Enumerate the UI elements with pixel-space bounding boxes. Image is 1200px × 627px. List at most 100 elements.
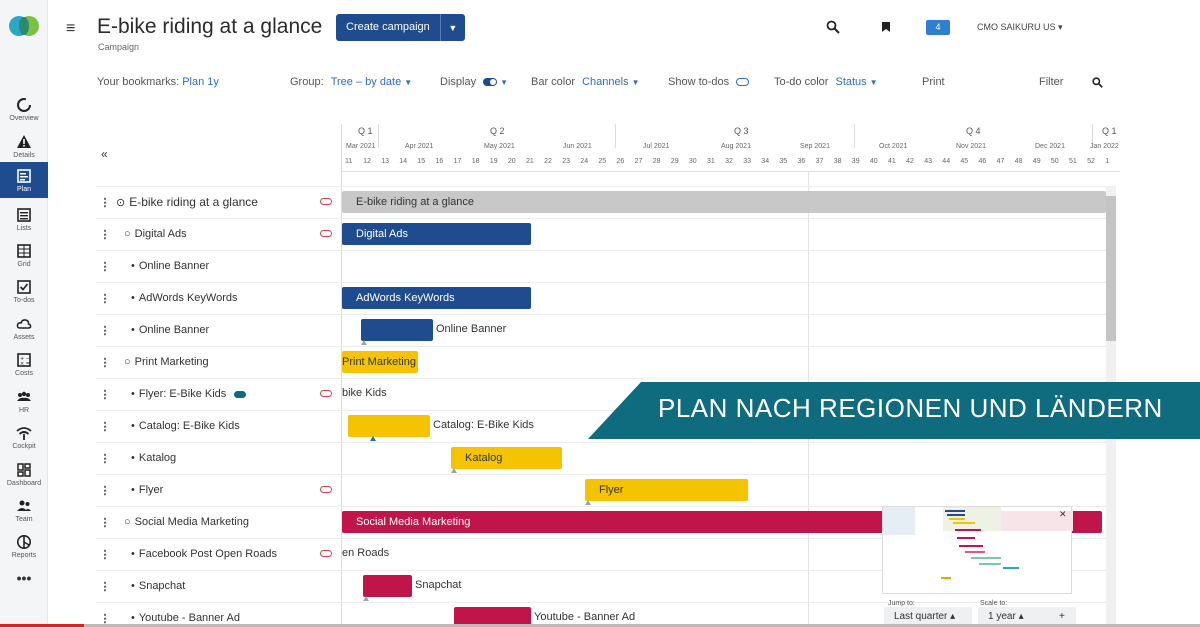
gantt-bar[interactable]: Flyer: [585, 479, 748, 501]
bookmark-icon[interactable]: [881, 21, 891, 33]
row-label[interactable]: ⋮ • Facebook Post Open Roads: [96, 538, 342, 570]
row-label[interactable]: ⋮ • Catalog: E-Bike Kids: [96, 410, 342, 442]
chevron-down-icon[interactable]: ▼: [404, 78, 412, 87]
row-menu-icon[interactable]: ⋮: [96, 228, 114, 241]
menu-icon[interactable]: ≡: [66, 20, 75, 38]
nav-plan[interactable]: Plan: [0, 162, 48, 198]
toggle-icon[interactable]: [234, 390, 247, 398]
gantt-bar-label: bike Kids: [342, 387, 387, 399]
month-label: Sep 2021: [800, 143, 830, 150]
nav-dashboard[interactable]: Dashboard: [0, 460, 48, 496]
row-label[interactable]: ⋮ • Online Banner: [96, 250, 342, 282]
nav-assets[interactable]: Assets: [0, 314, 48, 350]
bar-color-value[interactable]: Channels: [582, 76, 628, 88]
row-menu-icon[interactable]: ⋮: [96, 356, 114, 369]
user-menu[interactable]: CMO SAIKURU US ▾: [977, 22, 1063, 33]
week-label: 41: [888, 158, 896, 165]
gantt-bar[interactable]: [348, 415, 430, 437]
row-label[interactable]: ⋮ ⊙ E-bike riding at a glance: [96, 186, 342, 218]
row-menu-icon[interactable]: ⋮: [96, 292, 114, 305]
gantt-bar[interactable]: AdWords KeyWords: [342, 287, 531, 309]
bookmarks-value[interactable]: Plan 1y: [182, 76, 219, 88]
expand-icon[interactable]: ○: [124, 356, 131, 368]
row-menu-icon[interactable]: ⋮: [96, 324, 114, 337]
nav-todos[interactable]: To-dos: [0, 277, 48, 313]
nav-grid[interactable]: Grid: [0, 241, 48, 277]
link-toggle-icon[interactable]: [320, 486, 332, 493]
nav-cockpit[interactable]: Cockpit: [0, 423, 48, 459]
row-menu-icon[interactable]: ⋮: [96, 516, 114, 529]
row-menu-icon[interactable]: ⋮: [96, 420, 114, 433]
link-toggle-icon[interactable]: [320, 230, 332, 237]
search-icon[interactable]: [1092, 77, 1103, 88]
minimap[interactable]: [882, 506, 1073, 594]
chevron-down-icon[interactable]: ▼: [632, 78, 640, 87]
row-label[interactable]: ⋮ • Flyer: E-Bike Kids: [96, 378, 342, 410]
chevron-down-icon[interactable]: ▼: [870, 78, 878, 87]
row-menu-icon[interactable]: ⋮: [96, 260, 114, 273]
todo-color-control[interactable]: To-do color Status ▼: [774, 76, 878, 88]
print-button[interactable]: Print: [922, 76, 945, 88]
row-label[interactable]: ⋮ • AdWords KeyWords: [96, 282, 342, 314]
todo-color-value[interactable]: Status: [835, 76, 866, 88]
row-menu-icon[interactable]: ⋮: [96, 388, 114, 401]
row-menu-icon[interactable]: ⋮: [96, 612, 114, 625]
bar-color-control[interactable]: Bar color Channels ▼: [531, 76, 640, 88]
row-label[interactable]: ⋮ • Snapchat: [96, 570, 342, 602]
todo-color-label: To-do color: [774, 76, 829, 88]
close-icon[interactable]: ✕: [1059, 509, 1067, 520]
gantt-bar[interactable]: Digital Ads: [342, 223, 531, 245]
show-todos-control[interactable]: Show to-dos: [668, 76, 750, 88]
scrollbar-thumb[interactable]: [1106, 196, 1116, 341]
nav-costs[interactable]: + − × = Costs: [0, 350, 48, 386]
chevron-down-icon[interactable]: ▼: [500, 78, 508, 87]
notification-badge[interactable]: 4: [926, 20, 950, 35]
group-value[interactable]: Tree – by date: [331, 76, 402, 88]
gantt-bar[interactable]: Print Marketing: [342, 351, 418, 373]
link-toggle-icon[interactable]: [320, 198, 332, 205]
collapse-icon[interactable]: «: [101, 147, 108, 161]
nav-lists[interactable]: Lists: [0, 205, 48, 241]
link-toggle-icon[interactable]: [320, 390, 332, 397]
nav-team[interactable]: Team: [0, 496, 48, 532]
toggle-icon[interactable]: [483, 78, 498, 87]
nav-hr[interactable]: HR: [0, 387, 48, 423]
more-icon[interactable]: •••: [0, 570, 48, 606]
chevron-down-icon[interactable]: ▼: [439, 14, 465, 41]
week-label: 33: [743, 158, 751, 165]
bullet-icon: •: [131, 548, 135, 560]
row-menu-icon[interactable]: ⋮: [96, 484, 114, 497]
row-label[interactable]: ⋮ • Katalog: [96, 442, 342, 474]
gantt-bar[interactable]: [363, 575, 412, 597]
row-label-text: Social Media Marketing: [134, 516, 249, 528]
nav-overview[interactable]: Overview: [0, 95, 48, 131]
nav-label: To-dos: [13, 297, 35, 304]
gantt-bar[interactable]: [361, 319, 433, 341]
group-control[interactable]: Group: Tree – by date ▼: [290, 76, 412, 88]
display-control[interactable]: Display ▼: [440, 76, 508, 88]
bookmarks-control[interactable]: Your bookmarks: Plan 1y: [97, 76, 219, 88]
row-label[interactable]: ⋮ • Online Banner: [96, 314, 342, 346]
row-menu-icon[interactable]: ⋮: [96, 548, 114, 561]
expand-icon[interactable]: ○: [124, 228, 131, 240]
row-menu-icon[interactable]: ⋮: [96, 452, 114, 465]
create-campaign-button[interactable]: Create campaign ▼: [336, 14, 465, 41]
expand-icon[interactable]: ○: [124, 516, 131, 528]
link-toggle-icon[interactable]: [320, 550, 332, 557]
expand-icon[interactable]: ⊙: [116, 196, 125, 209]
row-menu-icon[interactable]: ⋮: [96, 580, 114, 593]
create-campaign-label[interactable]: Create campaign: [336, 14, 440, 41]
nav-reports[interactable]: Reports: [0, 532, 48, 568]
row-menu-icon[interactable]: ⋮: [96, 196, 114, 209]
row-label[interactable]: ⋮ ○ Social Media Marketing: [96, 506, 342, 538]
month-label: Oct 2021: [879, 143, 908, 150]
week-label: 52: [1087, 158, 1095, 165]
row-label[interactable]: ⋮ ○ Digital Ads: [96, 218, 342, 250]
toggle-icon[interactable]: [736, 78, 750, 87]
row-label[interactable]: ⋮ ○ Print Marketing: [96, 346, 342, 378]
filter-button[interactable]: Filter: [1039, 76, 1063, 88]
gantt-bar[interactable]: Katalog: [451, 447, 562, 469]
row-label[interactable]: ⋮ • Flyer: [96, 474, 342, 506]
gantt-bar[interactable]: E-bike riding at a glance: [342, 191, 1106, 213]
search-icon[interactable]: [826, 20, 840, 34]
